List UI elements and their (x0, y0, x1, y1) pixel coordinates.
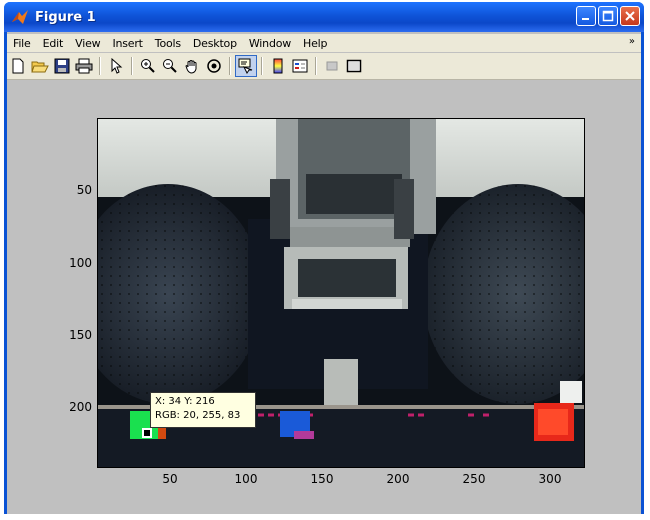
y-tick-label: 200 (69, 400, 92, 414)
legend-icon (292, 59, 308, 73)
open-file-icon (31, 61, 49, 73)
select-arrow-button[interactable] (105, 55, 127, 77)
new-figure-button[interactable] (7, 55, 29, 77)
y-tick-label: 50 (76, 183, 92, 197)
data-cursor-icon (238, 58, 253, 74)
toolbar-separator (229, 57, 231, 75)
rotate-3d-icon (207, 59, 221, 73)
save-icon (54, 58, 70, 74)
menu-window[interactable]: Window (243, 37, 297, 50)
toolbar-separator (131, 57, 133, 75)
print-icon (75, 58, 93, 74)
data-tip[interactable]: X: 34 Y: 216 RGB: 20, 255, 83 (150, 392, 256, 428)
hide-plot-tools-button[interactable] (321, 55, 343, 77)
menu-edit[interactable]: Edit (37, 37, 70, 50)
toolbar-separator (315, 57, 317, 75)
toolbar-separator (261, 57, 263, 75)
data-tip-coordinates: X: 34 Y: 216 (155, 396, 215, 407)
pan-hand-icon (185, 60, 197, 74)
y-tick-label: 150 (69, 328, 92, 342)
x-tick-label: 300 (538, 472, 562, 486)
menu-insert[interactable]: Insert (106, 37, 148, 50)
data-tip-rgb: RGB: 20, 255, 83 (155, 410, 241, 421)
menu-desktop[interactable]: Desktop (187, 37, 243, 50)
close-button[interactable] (620, 6, 640, 26)
colorbar-icon (273, 58, 283, 74)
zoom-out-icon (163, 59, 177, 73)
matlab-logo-icon (12, 10, 28, 24)
menu-bar: File Edit View Insert Tools Desktop Wind… (7, 34, 641, 52)
rotate-3d-button[interactable] (203, 55, 225, 77)
close-icon (625, 11, 635, 21)
menu-chevron-icon[interactable]: » (629, 36, 635, 47)
menu-view[interactable]: View (69, 37, 106, 50)
data-cursor-button[interactable] (235, 55, 257, 77)
hide-plot-tools-icon (326, 61, 338, 71)
show-plot-tools-button[interactable] (343, 55, 365, 77)
menu-help[interactable]: Help (297, 37, 333, 50)
print-button[interactable] (73, 55, 95, 77)
select-arrow-icon (111, 58, 123, 74)
pan-button[interactable] (181, 55, 203, 77)
open-file-button[interactable] (29, 55, 51, 77)
new-figure-icon (12, 58, 24, 74)
toolbar-separator (99, 57, 101, 75)
maximize-button[interactable] (598, 6, 618, 26)
save-button[interactable] (51, 55, 73, 77)
x-tick-label: 250 (462, 472, 486, 486)
data-tip-marker[interactable] (142, 428, 152, 438)
window-title: Figure 1 (35, 9, 96, 25)
x-tick-label: 200 (386, 472, 410, 486)
title-bar[interactable]: Figure 1 (4, 2, 644, 32)
maximize-icon (602, 10, 614, 22)
legend-button[interactable] (289, 55, 311, 77)
x-tick-label: 100 (234, 472, 258, 486)
show-plot-tools-icon (346, 59, 362, 73)
y-tick-label: 100 (69, 256, 92, 270)
zoom-out-button[interactable] (159, 55, 181, 77)
x-tick-label: 150 (310, 472, 334, 486)
colorbar-button[interactable] (267, 55, 289, 77)
zoom-in-icon (141, 59, 155, 73)
menu-tools[interactable]: Tools (149, 37, 187, 50)
minimize-button[interactable] (576, 6, 596, 26)
menu-file[interactable]: File (7, 37, 37, 50)
zoom-in-button[interactable] (137, 55, 159, 77)
minimize-icon (582, 18, 589, 20)
x-tick-label: 50 (162, 472, 178, 486)
figure-toolbar (7, 53, 641, 80)
